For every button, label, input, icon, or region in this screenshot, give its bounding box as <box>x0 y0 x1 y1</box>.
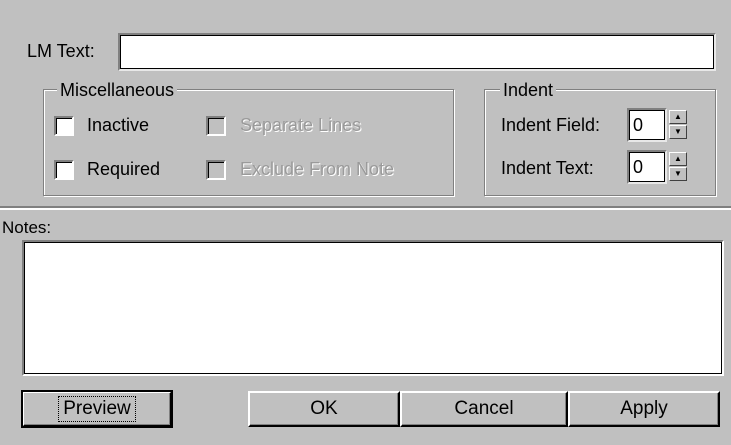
separate-lines-checkbox[interactable] <box>206 116 226 136</box>
spin-up-icon: ▲ <box>674 112 682 121</box>
panel-divider <box>0 206 731 210</box>
exclude-from-note-label[interactable]: Exclude From Note <box>240 158 394 180</box>
cancel-button-label: Cancel <box>454 398 514 419</box>
spin-down-icon: ▼ <box>674 127 682 136</box>
indent-text-down-button[interactable]: ▼ <box>669 167 687 181</box>
lm-text-input[interactable] <box>118 33 716 71</box>
indent-text-label: Indent Text: <box>501 158 594 178</box>
notes-textarea[interactable] <box>22 240 724 376</box>
indent-field-label: Indent Field: <box>501 115 601 135</box>
indent-legend: Indent <box>500 80 557 100</box>
notes-label: Notes: <box>2 218 52 237</box>
spin-up-icon: ▲ <box>674 154 682 163</box>
indent-text-input[interactable] <box>627 150 667 184</box>
inactive-label[interactable]: Inactive <box>87 114 149 136</box>
preview-button[interactable]: Preview <box>21 390 173 428</box>
indent-field-up-button[interactable]: ▲ <box>669 110 687 124</box>
cancel-button[interactable]: Cancel <box>400 391 568 427</box>
indent-field-input[interactable] <box>627 108 667 142</box>
miscellaneous-legend: Miscellaneous <box>57 80 178 100</box>
ok-button[interactable]: OK <box>248 391 400 427</box>
indent-field-down-button[interactable]: ▼ <box>669 125 687 139</box>
inactive-checkbox[interactable] <box>54 116 74 136</box>
apply-button[interactable]: Apply <box>568 391 720 427</box>
ok-button-label: OK <box>310 398 338 419</box>
preview-button-label: Preview <box>58 396 136 422</box>
apply-button-label: Apply <box>620 398 668 419</box>
top-panel: LM Text: Miscellaneous Inactive Separate… <box>0 0 731 204</box>
spin-down-icon: ▼ <box>674 169 682 178</box>
exclude-from-note-checkbox[interactable] <box>206 160 226 180</box>
required-label[interactable]: Required <box>87 158 160 180</box>
lm-text-label: LM Text: <box>27 41 95 61</box>
separate-lines-label[interactable]: Separate Lines <box>240 114 361 136</box>
required-checkbox[interactable] <box>54 160 74 180</box>
indent-text-up-button[interactable]: ▲ <box>669 152 687 166</box>
